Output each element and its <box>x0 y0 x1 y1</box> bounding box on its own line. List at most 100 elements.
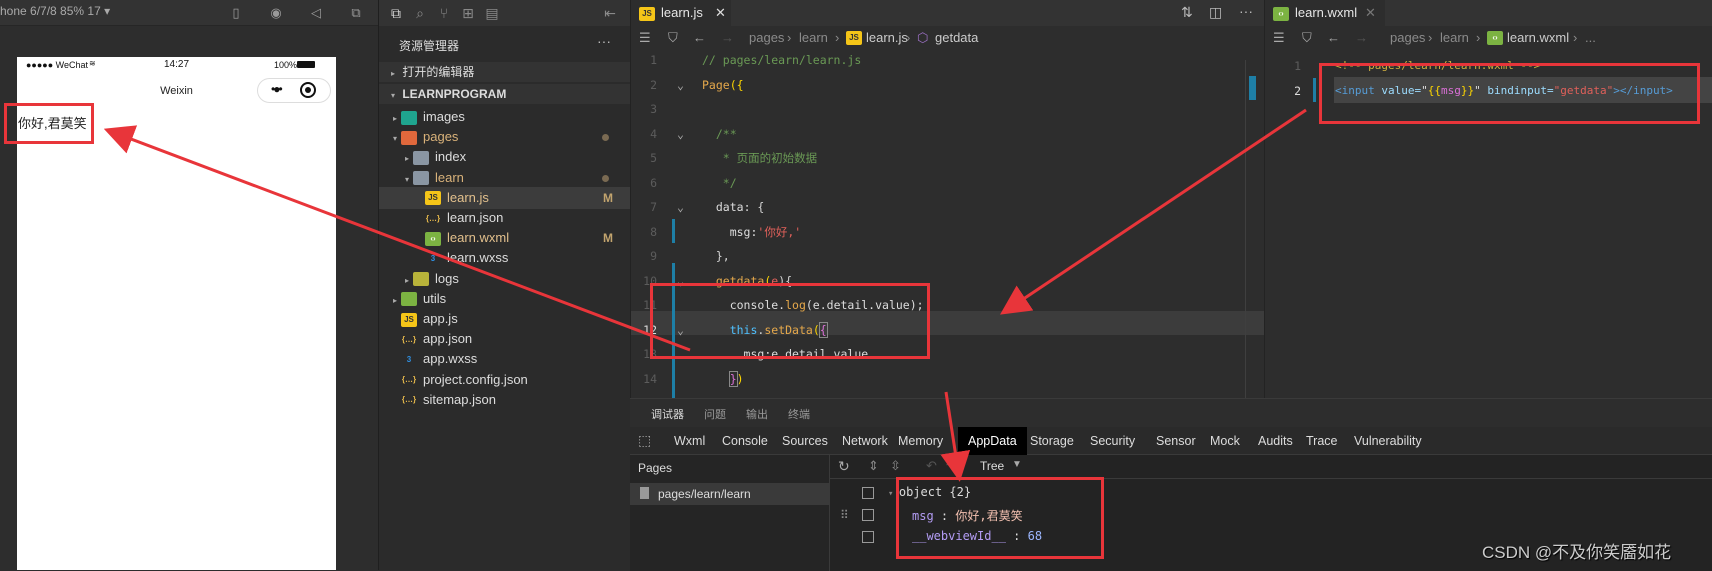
page-item[interactable]: pages/learn/learn <box>630 483 830 505</box>
tab-learn-wxml[interactable]: ‹› learn.wxml ✕ <box>1265 0 1385 26</box>
file-tree-item[interactable]: 3 app.wxss <box>379 348 631 370</box>
fold-icon[interactable]: ⌄ <box>677 73 684 98</box>
record-icon[interactable]: ◉ <box>268 5 284 21</box>
file-tree-item[interactable]: ▾ pages <box>379 126 631 148</box>
open-editors-section[interactable]: ▸ 打开的编辑器 <box>379 62 631 82</box>
devtools-tab-sensor[interactable]: Sensor <box>1150 427 1202 455</box>
devtools-tab-vulnerability[interactable]: Vulnerability <box>1348 427 1428 455</box>
file-label: learn.wxml <box>447 230 510 246</box>
more-dots-icon[interactable]: •●• <box>271 82 283 96</box>
file-tree-item[interactable]: {…} project.config.json <box>379 369 631 391</box>
devtools-tab-network[interactable]: Network <box>836 427 894 455</box>
files-icon[interactable]: ⧉ <box>387 4 405 22</box>
inspect-icon[interactable]: ⬚ <box>638 432 651 449</box>
redo-icon[interactable]: ↷ <box>946 458 957 474</box>
back-arrow-icon[interactable]: ← <box>1327 26 1340 50</box>
fold-icon[interactable]: ⌄ <box>677 122 684 147</box>
file-tree-item[interactable]: ▸ logs <box>379 268 631 290</box>
edit-icon[interactable] <box>862 531 874 543</box>
more-icon[interactable]: ··· <box>1239 3 1253 19</box>
device-selector[interactable]: hone 6/7/8 85% 17 ▾ <box>0 4 110 18</box>
devtools-tab-mock[interactable]: Mock <box>1204 427 1246 455</box>
devtools-tab-wxml[interactable]: Wxml <box>668 427 711 455</box>
file-tree-item[interactable]: {…} app.json <box>379 328 631 350</box>
git-branch-icon[interactable]: ⑂ <box>435 4 453 22</box>
file-label: learn.json <box>447 210 504 225</box>
crumb-symbol[interactable]: getdata <box>935 26 978 50</box>
devtools-tab-storage[interactable]: Storage <box>1024 427 1080 455</box>
file-label: learn.wxss <box>447 250 509 266</box>
line-number: 6 <box>650 175 657 190</box>
outline-icon[interactable]: ☰ <box>1273 26 1285 50</box>
debug-icon[interactable]: ▤ <box>483 4 501 22</box>
bookmark-icon[interactable]: ⛉ <box>1302 26 1312 50</box>
devtools-tab-appdata[interactable]: AppData <box>958 427 1027 455</box>
crumb-file[interactable]: learn.js <box>866 26 908 50</box>
drag-handle-icon[interactable]: ⠿ <box>840 508 849 522</box>
back-arrow-icon[interactable]: ← <box>693 26 706 50</box>
file-tree-item[interactable]: {…} sitemap.json <box>379 389 631 411</box>
crumb-learn[interactable]: learn <box>1440 26 1469 50</box>
file-tree-item[interactable]: ▸ index <box>379 146 631 168</box>
volume-icon[interactable]: ◁ <box>308 5 324 21</box>
fold-icon[interactable]: ⌄ <box>677 195 684 220</box>
scrollbar-track[interactable] <box>1245 60 1246 398</box>
collapse-panel-icon[interactable]: ⇤ <box>601 4 619 22</box>
wxml-file-icon: ‹› <box>1273 6 1289 21</box>
crumb-pages[interactable]: pages <box>1390 26 1425 50</box>
edit-icon[interactable] <box>862 509 874 521</box>
crumb-sep: › <box>906 30 911 45</box>
battery-icon <box>297 61 315 68</box>
file-tree-item[interactable]: {…} learn.json <box>379 207 631 229</box>
devtools-tab-console[interactable]: Console <box>716 427 774 455</box>
forward-arrow-icon[interactable]: → <box>721 26 734 50</box>
extensions-icon[interactable]: ⊞ <box>459 4 477 22</box>
file-tree-item[interactable]: ▸ images <box>379 106 631 128</box>
capsule-menu[interactable]: •●• <box>257 78 331 103</box>
file-tree-item[interactable]: ▸ utils <box>379 288 631 310</box>
view-mode-select[interactable]: Tree <box>980 459 1004 473</box>
file-tree-item[interactable]: ▾ learn <box>379 167 631 189</box>
devtools-tab-sources[interactable]: Sources <box>776 427 834 455</box>
search-icon[interactable]: ⌕ <box>411 4 429 22</box>
devtools-tab-memory[interactable]: Memory <box>892 427 949 455</box>
close-tab-icon[interactable]: ✕ <box>715 0 726 26</box>
expand-all-icon[interactable]: ⇕ <box>868 458 879 474</box>
devtools-tab-trace[interactable]: Trace <box>1300 427 1344 455</box>
undo-icon[interactable]: ↶ <box>926 458 937 474</box>
forward-arrow-icon[interactable]: → <box>1355 26 1368 50</box>
edit-icon[interactable] <box>862 487 874 499</box>
tab-learn-js[interactable]: JS learn.js ✕ <box>631 0 731 26</box>
split-editor-icon[interactable]: ◫ <box>1209 4 1222 21</box>
crumb-file[interactable]: learn.wxml <box>1507 26 1569 50</box>
file-tree-item[interactable]: JS app.js <box>379 308 631 330</box>
popout-icon[interactable]: ⧉ <box>348 5 364 21</box>
gutter-change-marker <box>672 219 675 243</box>
subtab-output[interactable]: 输出 <box>746 406 768 422</box>
subtab-terminal[interactable]: 终端 <box>788 406 810 422</box>
file-label: pages <box>423 129 459 145</box>
file-label: learn <box>435 169 464 185</box>
more-actions-icon[interactable]: ··· <box>597 33 611 49</box>
phone-icon[interactable]: ▯ <box>228 5 244 21</box>
file-tree-item[interactable]: JS learn.js M <box>379 186 631 209</box>
file-tree-item[interactable]: 3 learn.wxss <box>379 247 631 269</box>
bookmark-icon[interactable]: ⛉ <box>668 26 678 50</box>
project-section[interactable]: ▾ LEARNPROGRAM <box>379 84 631 104</box>
subtab-problems[interactable]: 问题 <box>704 406 726 422</box>
devtools-tab-security[interactable]: Security <box>1084 427 1141 455</box>
outline-icon[interactable]: ☰ <box>639 26 651 50</box>
file-tree-item[interactable]: ‹› learn.wxml M <box>379 227 631 249</box>
crumb-more[interactable]: ... <box>1585 26 1596 50</box>
subtab-debugger[interactable]: 调试器 <box>651 406 684 428</box>
refresh-icon[interactable]: ↻ <box>838 458 850 475</box>
close-tab-icon[interactable]: ✕ <box>1365 0 1376 26</box>
crumb-pages[interactable]: pages <box>749 26 784 50</box>
dropdown-caret-icon[interactable]: ▼ <box>1012 459 1022 470</box>
crumb-learn[interactable]: learn <box>799 26 828 50</box>
collapse-all-icon[interactable]: ⇳ <box>890 458 901 474</box>
compare-icon[interactable]: ⇅ <box>1181 4 1193 21</box>
close-capsule-icon[interactable] <box>300 82 316 98</box>
devtools-tab-audits[interactable]: Audits <box>1252 427 1299 455</box>
file-label: index <box>435 149 467 165</box>
